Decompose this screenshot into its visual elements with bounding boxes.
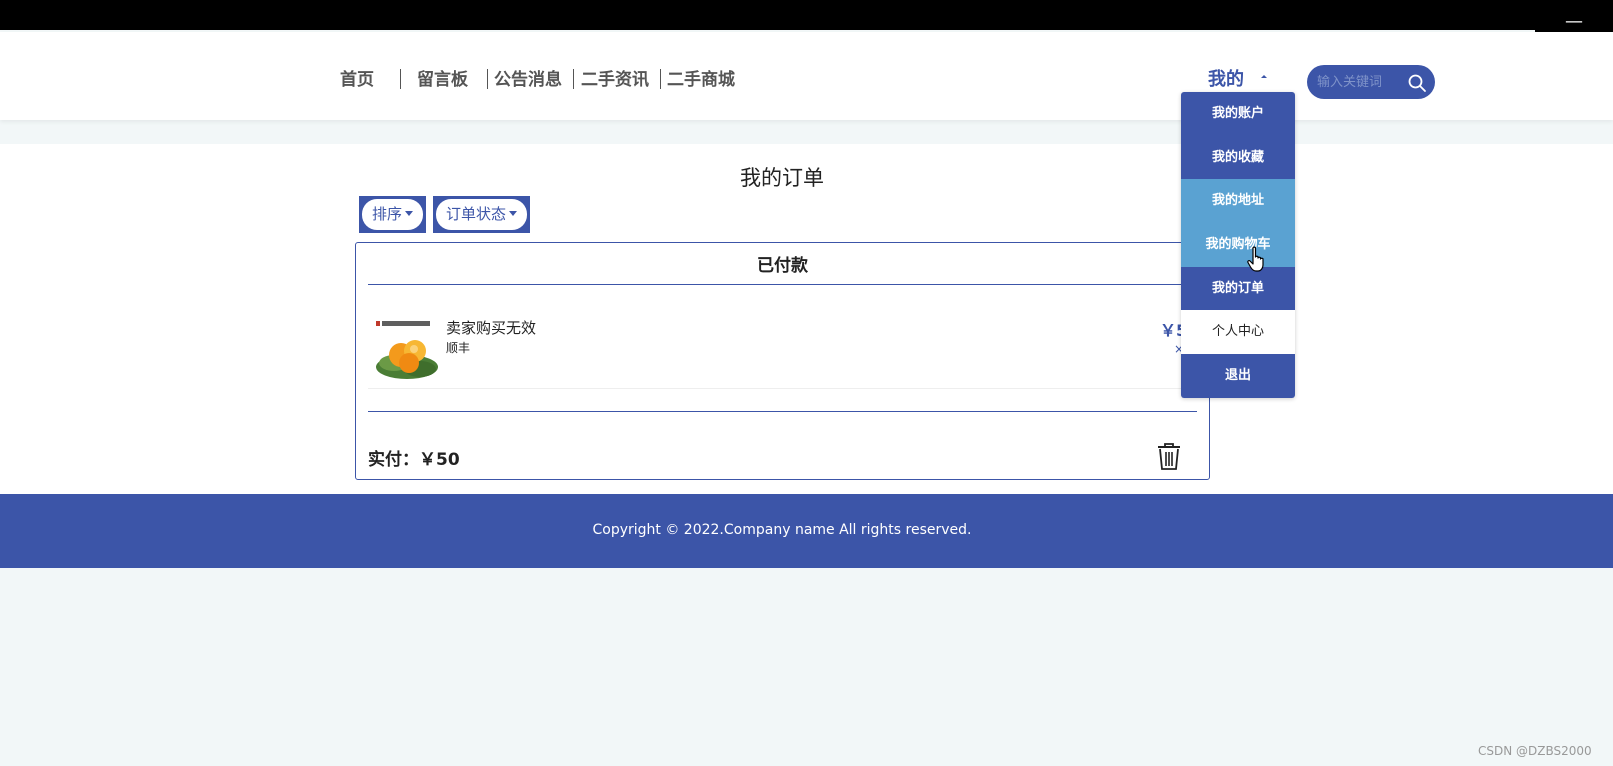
main-content: 我的订单 排序 订单状态 已付款 卖家购买无效 顺丰 ￥5 × 实付：￥50 xyxy=(0,144,1613,494)
page-title: 我的订单 xyxy=(740,166,824,190)
sort-label: 排序 xyxy=(372,205,403,223)
nav-divider xyxy=(487,69,488,89)
window-title-bar xyxy=(0,0,1613,30)
user-menu-toggle[interactable]: 我的 xyxy=(1208,65,1244,91)
search-box xyxy=(1307,65,1435,99)
nav-item-secondhand-mall[interactable]: 二手商城 xyxy=(667,65,735,90)
order-item[interactable]: 卖家购买无效 顺丰 ￥5 × xyxy=(368,285,1197,389)
trash-icon[interactable] xyxy=(1157,443,1181,470)
nav-divider xyxy=(573,69,574,89)
paid-total: 实付：￥50 xyxy=(368,445,460,470)
paid-amount: ￥50 xyxy=(419,450,460,470)
nav-divider xyxy=(660,69,661,89)
nav-item-message-board[interactable]: 留言板 xyxy=(417,65,468,90)
watermark: CSDN @DZBS2000 xyxy=(1478,744,1592,758)
nav-item-secondhand-news[interactable]: 二手资讯 xyxy=(581,65,649,90)
divider xyxy=(368,411,1197,412)
site-header: 首页 留言板 公告消息 二手资讯 二手商城 我的 xyxy=(0,32,1613,120)
menu-item-my-account[interactable]: 我的账户 xyxy=(1181,92,1295,136)
menu-item-my-favorites[interactable]: 我的收藏 xyxy=(1181,135,1295,180)
hand-cursor-icon xyxy=(1247,246,1264,272)
site-footer: Copyright © 2022.Company name All rights… xyxy=(0,494,1613,568)
caret-down-icon xyxy=(509,211,518,216)
search-icon[interactable] xyxy=(1407,73,1427,93)
order-status: 已付款 xyxy=(757,256,808,276)
copyright-text: Copyright © 2022.Company name All rights… xyxy=(592,522,972,538)
nav-item-home[interactable]: 首页 xyxy=(340,65,374,90)
order-card: 已付款 卖家购买无效 顺丰 ￥5 × 实付：￥50 xyxy=(355,242,1210,480)
product-name[interactable]: 卖家购买无效 xyxy=(446,317,536,338)
product-image[interactable] xyxy=(374,317,440,383)
caret-up-icon xyxy=(1261,75,1267,78)
menu-item-personal-center[interactable]: 个人中心 xyxy=(1181,310,1295,355)
menu-item-my-address[interactable]: 我的地址 xyxy=(1181,179,1295,224)
user-dropdown-menu: 我的账户 我的收藏 我的地址 我的购物车 我的订单 个人中心 退出 xyxy=(1181,92,1295,398)
sort-dropdown[interactable]: 排序 xyxy=(359,196,427,233)
menu-item-my-cart[interactable]: 我的购物车 xyxy=(1181,223,1295,267)
order-status-label: 订单状态 xyxy=(446,205,507,223)
product-shipping: 顺丰 xyxy=(446,341,471,355)
paid-label: 实付： xyxy=(368,450,419,470)
menu-item-logout[interactable]: 退出 xyxy=(1181,354,1295,398)
search-input[interactable] xyxy=(1317,72,1405,92)
nav-item-announcements[interactable]: 公告消息 xyxy=(494,65,562,90)
caret-down-icon xyxy=(405,211,414,216)
menu-item-my-orders[interactable]: 我的订单 xyxy=(1181,266,1295,311)
order-status-dropdown[interactable]: 订单状态 xyxy=(433,196,531,233)
nav-divider xyxy=(400,69,401,89)
